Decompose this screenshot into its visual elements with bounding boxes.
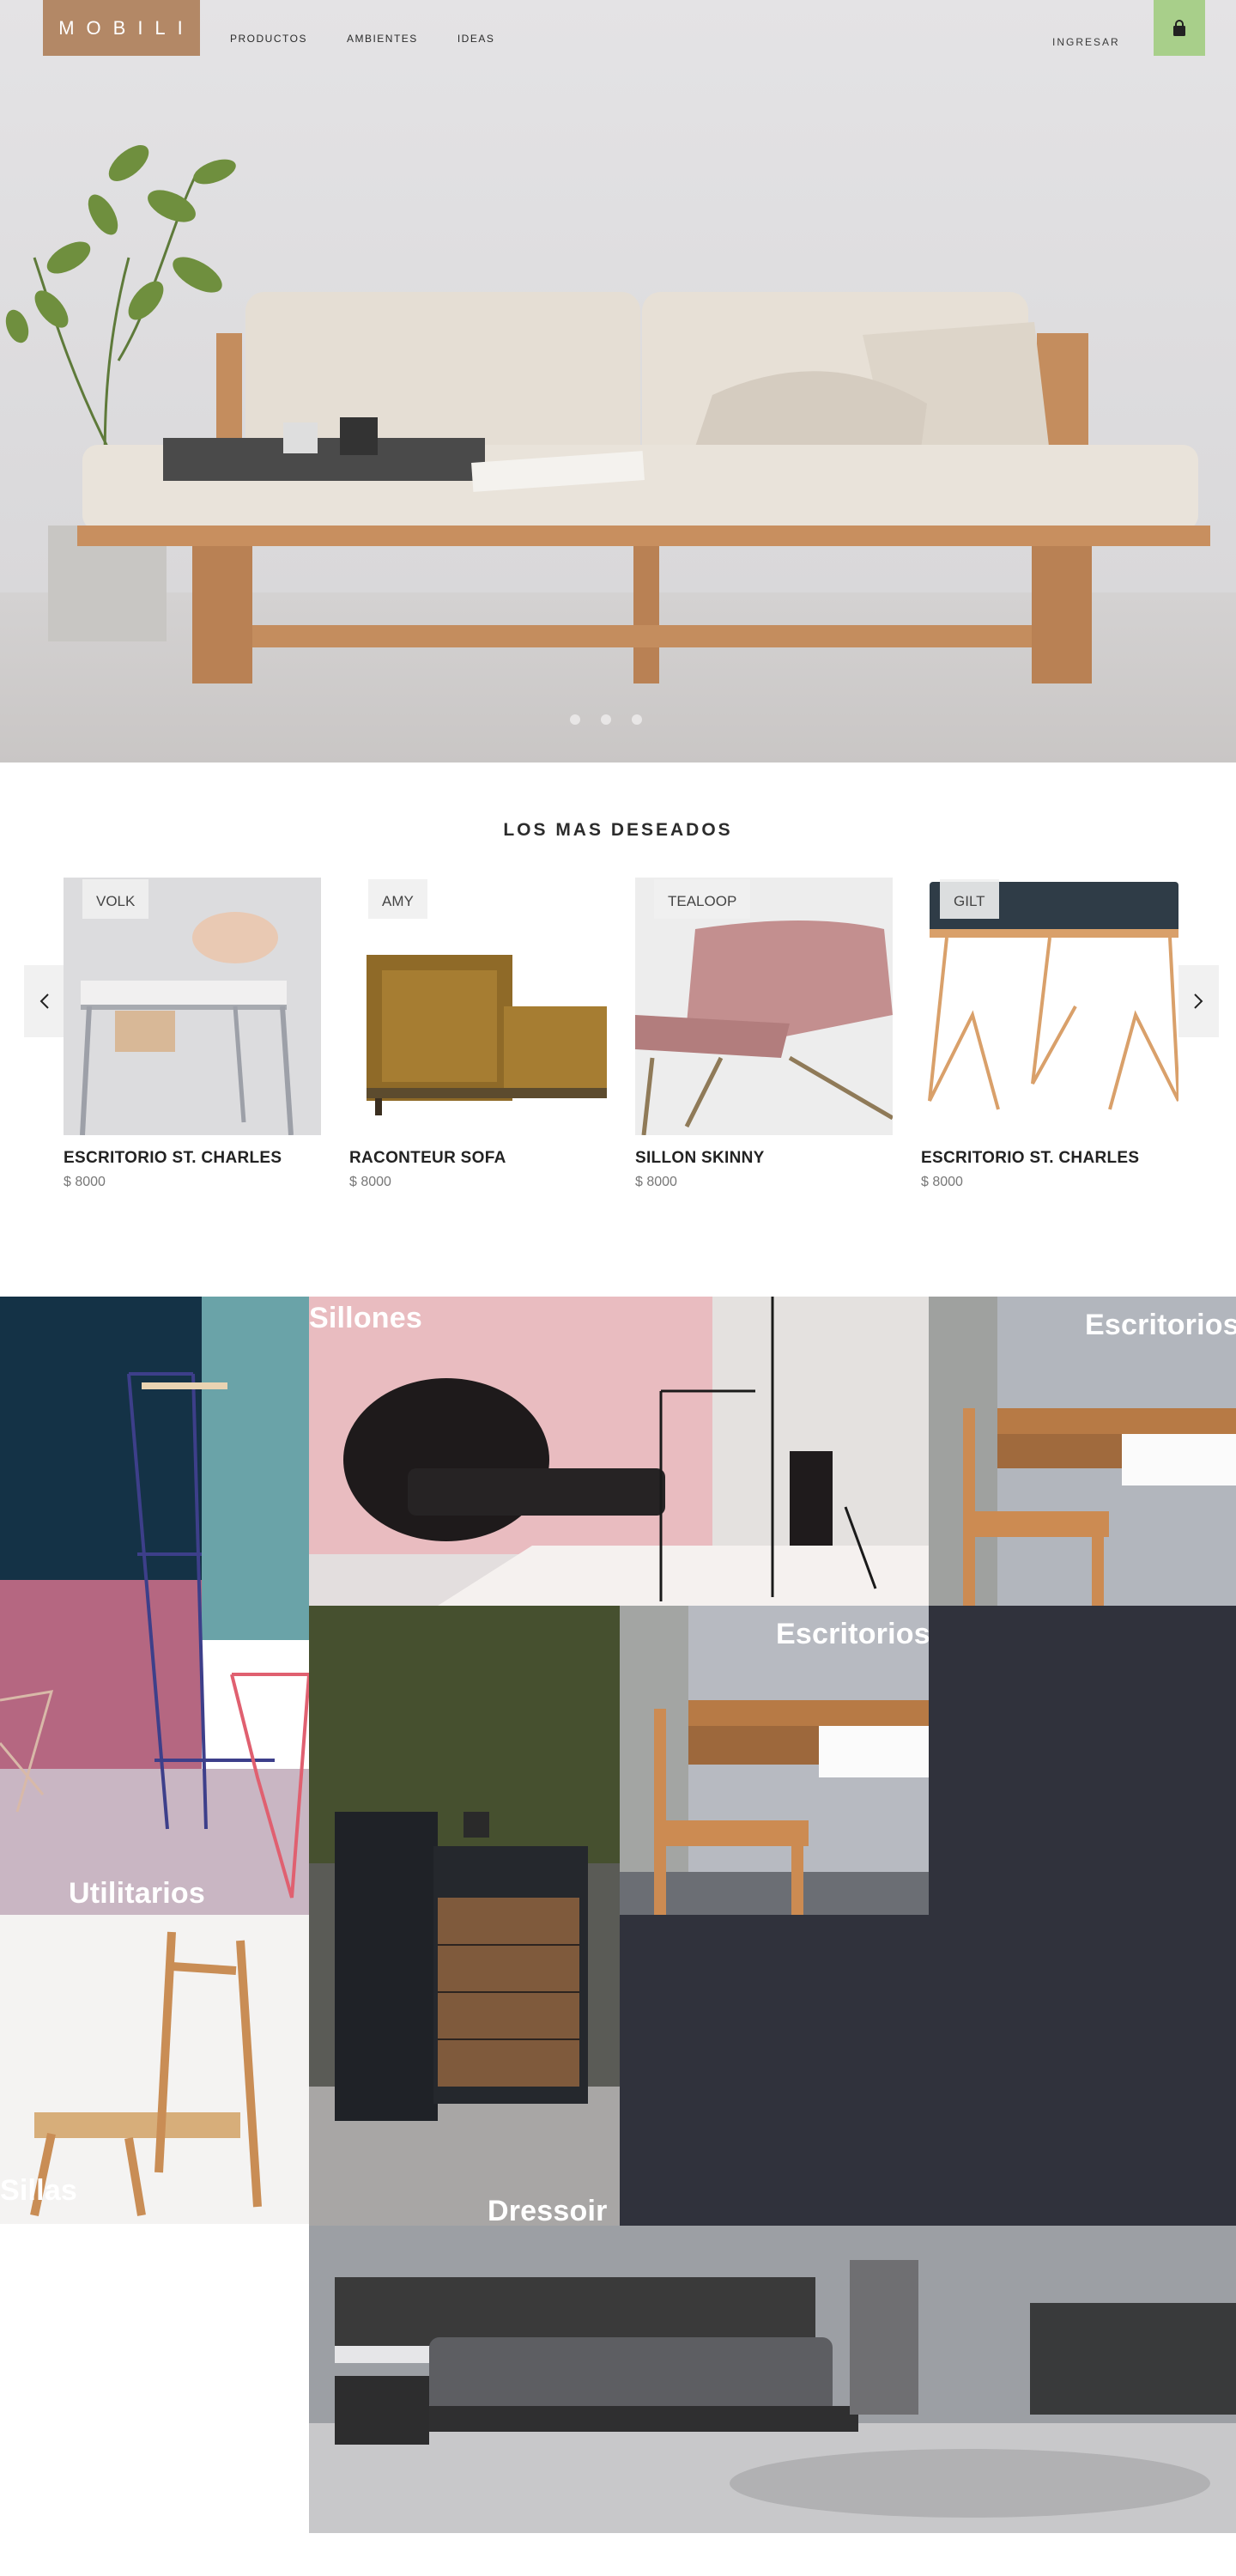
category-tile-sillas[interactable]: Sillas bbox=[0, 1915, 309, 2224]
product-image[interactable]: TEALOOP bbox=[635, 878, 893, 1135]
product-price: $ 8000 bbox=[349, 1175, 391, 1189]
carousel-dot-3[interactable] bbox=[632, 714, 642, 725]
product-brand: AMY bbox=[368, 879, 427, 919]
category-label: Dressoir bbox=[488, 2195, 608, 2226]
cart-button[interactable] bbox=[1154, 0, 1205, 56]
shopping-bag-icon bbox=[1173, 19, 1185, 36]
product-image[interactable]: VOLK bbox=[64, 878, 321, 1135]
product-name[interactable]: ESCRITORIO ST. CHARLES bbox=[921, 1149, 1178, 1168]
product-price: $ 8000 bbox=[921, 1175, 963, 1189]
carousel-dots bbox=[570, 714, 642, 725]
product-card[interactable]: VOLK ESCRITORIO ST. CHARLES $ 8000 bbox=[64, 878, 321, 1190]
category-tile-dressoir[interactable]: Dressoir bbox=[309, 1606, 620, 2226]
nav-productos[interactable]: PRODUCTOS bbox=[230, 33, 307, 45]
carousel-next-button[interactable] bbox=[1178, 965, 1219, 1037]
utilitarios-image bbox=[0, 1297, 309, 1915]
main-nav: PRODUCTOS AMBIENTES IDEAS bbox=[230, 33, 494, 45]
category-label: Sillas bbox=[0, 2174, 78, 2207]
category-tile-utilitarios[interactable]: Utilitarios bbox=[0, 1297, 309, 1915]
product-card[interactable]: TEALOOP SILLON SKINNY $ 8000 bbox=[635, 878, 893, 1190]
product-brand: TEALOOP bbox=[654, 879, 751, 919]
product-brand: VOLK bbox=[82, 879, 149, 919]
product-name[interactable]: ESCRITORIO ST. CHARLES bbox=[64, 1149, 321, 1168]
bedroom-image bbox=[309, 2226, 1236, 2533]
escritorios-image bbox=[929, 1297, 1236, 1606]
login-link[interactable]: INGRESAR bbox=[1052, 36, 1120, 48]
category-label: Escritorios bbox=[776, 1618, 929, 1650]
category-tile-sillones[interactable]: Sillones bbox=[309, 1297, 929, 1606]
category-tile-empty bbox=[620, 1915, 929, 2226]
category-tile-escritorios-2[interactable]: Escritorios bbox=[620, 1606, 929, 1915]
product-card[interactable]: AMY RACONTEUR SOFA $ 8000 bbox=[349, 878, 607, 1190]
sillones-image bbox=[309, 1297, 929, 1606]
chevron-right-icon bbox=[1194, 993, 1203, 1009]
carousel-prev-button[interactable] bbox=[24, 965, 65, 1037]
product-image[interactable]: AMY bbox=[349, 878, 607, 1135]
carousel-dot-2[interactable] bbox=[601, 714, 611, 725]
featured-title: LOS MAS DESEADOS bbox=[503, 820, 733, 840]
category-label: Sillones bbox=[309, 1302, 422, 1334]
product-name[interactable]: RACONTEUR SOFA bbox=[349, 1149, 607, 1168]
nav-ambientes[interactable]: AMBIENTES bbox=[347, 33, 418, 45]
product-price: $ 8000 bbox=[64, 1175, 106, 1189]
category-tile-escritorios[interactable]: Escritorios bbox=[929, 1297, 1236, 1606]
hero-banner: MOBILI PRODUCTOS AMBIENTES IDEAS INGRESA… bbox=[0, 0, 1236, 762]
nav-ideas[interactable]: IDEAS bbox=[457, 33, 495, 45]
category-label: Escritorios bbox=[1085, 1309, 1236, 1341]
category-tile-empty bbox=[929, 1606, 1236, 2226]
chevron-left-icon bbox=[39, 993, 49, 1009]
product-brand: GILT bbox=[940, 879, 999, 919]
carousel-dot-1[interactable] bbox=[570, 714, 580, 725]
product-image[interactable]: GILT bbox=[921, 878, 1178, 1135]
product-name[interactable]: SILLON SKINNY bbox=[635, 1149, 893, 1168]
product-price: $ 8000 bbox=[635, 1175, 677, 1189]
hero-sofa-image bbox=[0, 0, 1236, 762]
dressoir-image bbox=[309, 1606, 620, 2226]
category-label: Utilitarios bbox=[69, 1877, 206, 1910]
category-grid: Utilitarios Sillones Escritorios Dressoi… bbox=[0, 1297, 1236, 2533]
category-tile-bedroom[interactable] bbox=[309, 2226, 1236, 2533]
product-card[interactable]: GILT ESCRITORIO ST. CHARLES $ 8000 bbox=[921, 878, 1178, 1190]
escritorios-image-2 bbox=[620, 1606, 929, 1915]
logo[interactable]: MOBILI bbox=[43, 0, 200, 56]
